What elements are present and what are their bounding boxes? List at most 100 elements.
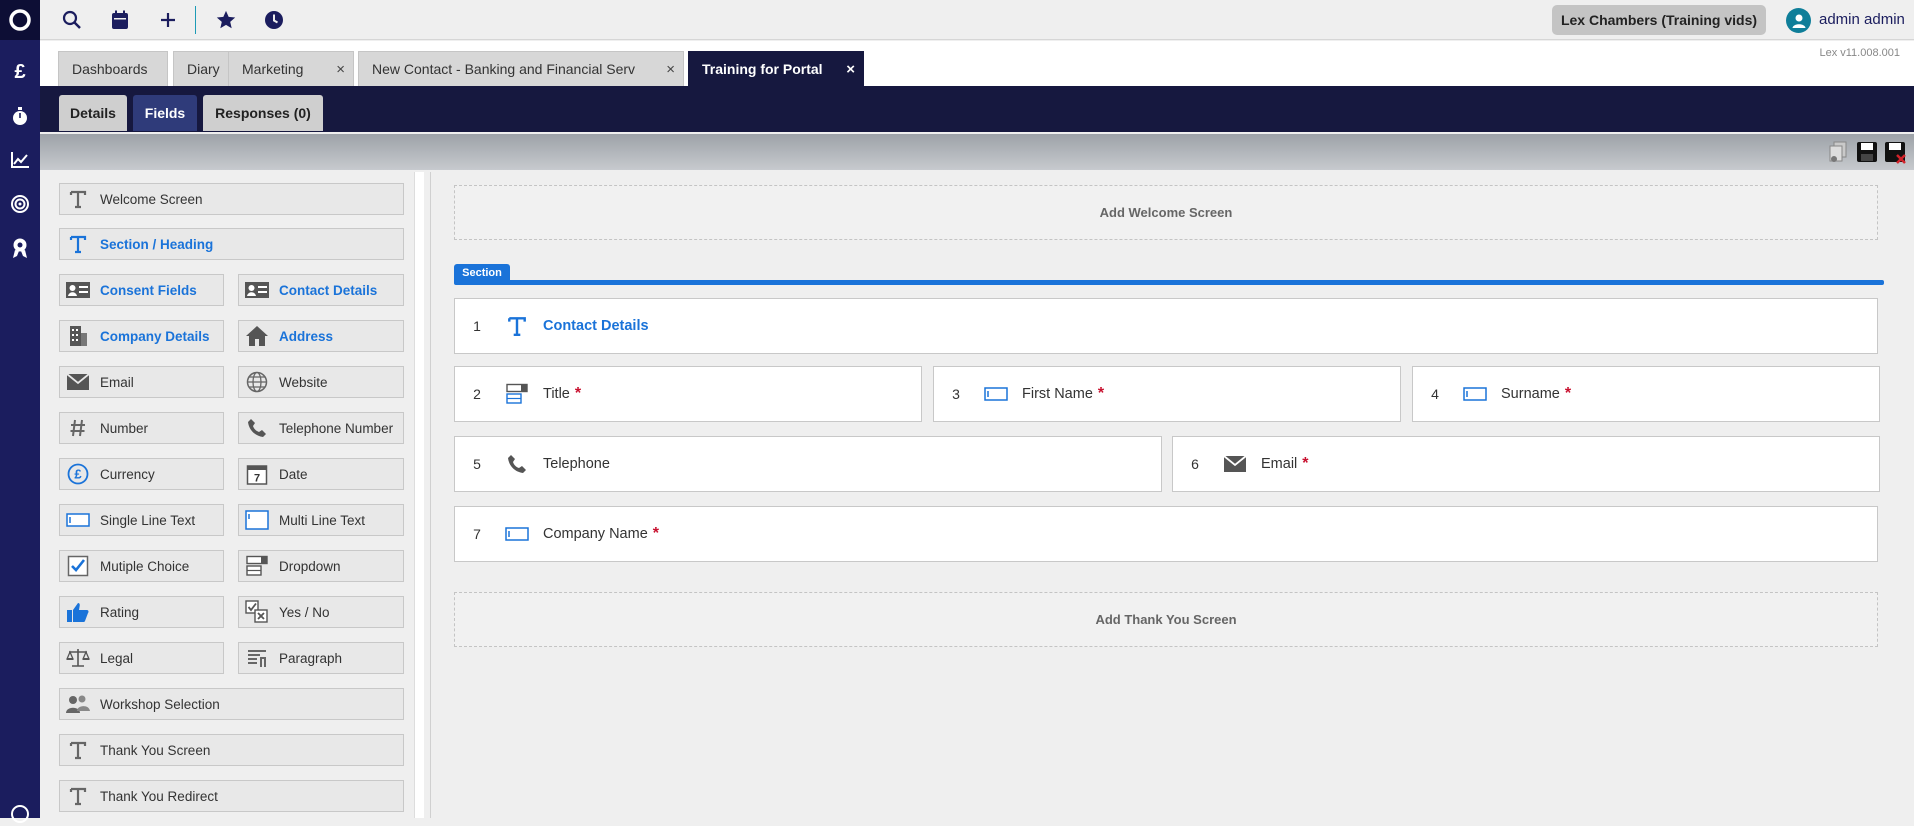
close-icon[interactable]: × xyxy=(666,61,675,78)
palette-dropdown[interactable]: Dropdown xyxy=(238,550,404,582)
text-t-icon xyxy=(65,187,91,211)
palette-label: Telephone Number xyxy=(279,420,394,436)
add-welcome-screen[interactable]: Add Welcome Screen xyxy=(454,185,1878,240)
calendar-icon[interactable] xyxy=(108,8,132,32)
palette-section-heading[interactable]: Section / Heading xyxy=(59,228,404,260)
globe-icon xyxy=(244,370,270,394)
text-input-icon xyxy=(1461,382,1489,406)
form-field-email[interactable]: 6 Email * xyxy=(1172,436,1880,492)
user-name[interactable]: admin admin xyxy=(1819,11,1905,28)
stopwatch-icon[interactable] xyxy=(0,104,40,128)
user-avatar-icon[interactable] xyxy=(1786,8,1811,33)
tab-label: New Contact - Banking and Financial Serv xyxy=(372,61,636,77)
field-palette xyxy=(40,170,416,818)
clock-icon[interactable] xyxy=(262,8,286,32)
palette-label: Single Line Text xyxy=(100,512,196,528)
chart-icon[interactable] xyxy=(0,148,40,172)
palette-workshop-selection[interactable]: Workshop Selection xyxy=(59,688,404,720)
close-icon[interactable]: × xyxy=(846,61,855,78)
palette-label: Website xyxy=(279,374,328,390)
field-number: 7 xyxy=(473,526,481,542)
palette-website[interactable]: Website xyxy=(238,366,404,398)
id-card-icon xyxy=(244,278,270,302)
toolbar-divider xyxy=(195,6,196,34)
add-thank-you-screen[interactable]: Add Thank You Screen xyxy=(454,592,1878,647)
palette-consent-fields[interactable]: Consent Fields xyxy=(59,274,224,306)
required-marker: * xyxy=(1302,455,1309,472)
palette-multiple-choice[interactable]: Mutiple Choice xyxy=(59,550,224,582)
palette-email[interactable]: Email xyxy=(59,366,224,398)
palette-label: Rating xyxy=(100,604,140,620)
form-field-company-name[interactable]: 7 Company Name * xyxy=(454,506,1878,562)
tab-new-contact[interactable]: New Contact - Banking and Financial Serv… xyxy=(358,51,684,86)
subtab-responses[interactable]: Responses (0) xyxy=(203,95,323,131)
palette-multi-line-text[interactable]: Multi Line Text xyxy=(238,504,404,536)
palette-label: Yes / No xyxy=(279,604,330,620)
palette-scrollbar[interactable] xyxy=(414,172,424,818)
add-icon[interactable] xyxy=(156,8,180,32)
tab-dashboards[interactable]: Dashboards xyxy=(58,51,168,86)
tab-label: Dashboards xyxy=(72,61,148,77)
field-number: 2 xyxy=(473,386,481,402)
envelope-icon xyxy=(1221,452,1249,476)
tab-marketing[interactable]: Marketing × xyxy=(228,51,354,86)
hash-icon xyxy=(65,416,91,440)
text-t-icon xyxy=(65,784,91,808)
calendar-date-icon: 7 xyxy=(244,462,270,486)
form-field-title[interactable]: 2 Title * xyxy=(454,366,922,422)
palette-contact-details[interactable]: Contact Details xyxy=(238,274,404,306)
required-marker: * xyxy=(574,385,582,402)
palette-label: Section / Heading xyxy=(100,236,214,252)
award-icon[interactable] xyxy=(0,236,40,260)
target-icon[interactable] xyxy=(0,192,40,216)
form-field-first-name[interactable]: 3 First Name * xyxy=(933,366,1401,422)
dropdown-icon xyxy=(503,382,531,406)
palette-number[interactable]: Number xyxy=(59,412,224,444)
palette-rating[interactable]: Rating xyxy=(59,596,224,628)
palette-label: Workshop Selection xyxy=(100,696,220,712)
tab-label: Training for Portal xyxy=(702,61,823,77)
field-number: 4 xyxy=(1431,386,1439,402)
yes-no-icon xyxy=(244,600,270,624)
form-field-telephone[interactable]: 5 Telephone xyxy=(454,436,1162,492)
palette-date[interactable]: 7 Date xyxy=(238,458,404,490)
field-label: Company Name xyxy=(543,526,648,542)
palette-single-line-text[interactable]: Single Line Text xyxy=(59,504,224,536)
palette-legal[interactable]: Legal xyxy=(59,642,224,674)
subtab-details[interactable]: Details xyxy=(59,95,127,131)
tab-training-for-portal[interactable]: Training for Portal × xyxy=(688,51,864,86)
pound-icon[interactable]: £ xyxy=(0,60,40,84)
palette-company-details[interactable]: Company Details xyxy=(59,320,224,352)
textarea-icon xyxy=(244,508,270,532)
close-icon[interactable]: × xyxy=(336,61,345,78)
help-icon[interactable] xyxy=(0,802,40,826)
palette-telephone-number[interactable]: Telephone Number xyxy=(238,412,404,444)
palette-label: Dropdown xyxy=(279,558,341,574)
save-icon[interactable] xyxy=(1854,140,1880,164)
form-field-contact-details[interactable]: 1 Contact Details xyxy=(454,298,1878,354)
palette-thank-you-screen[interactable]: Thank You Screen xyxy=(59,734,404,766)
scales-icon xyxy=(65,646,91,670)
palette-paragraph[interactable]: Paragraph xyxy=(238,642,404,674)
house-icon xyxy=(244,324,270,348)
dropdown-icon xyxy=(244,554,270,578)
palette-currency[interactable]: £ Currency xyxy=(59,458,224,490)
pound-circle-icon: £ xyxy=(65,462,91,486)
star-icon[interactable] xyxy=(214,8,238,32)
logo-icon[interactable] xyxy=(0,0,40,40)
palette-label: Number xyxy=(100,420,149,436)
save-close-icon[interactable] xyxy=(1882,140,1908,164)
text-t-icon xyxy=(65,738,91,762)
palette-thank-you-redirect[interactable]: Thank You Redirect xyxy=(59,780,404,812)
form-field-surname[interactable]: 4 Surname * xyxy=(1412,366,1880,422)
palette-address[interactable]: Address xyxy=(238,320,404,352)
copy-icon[interactable] xyxy=(1826,140,1852,164)
palette-welcome-screen[interactable]: Welcome Screen xyxy=(59,183,404,215)
palette-yes-no[interactable]: Yes / No xyxy=(238,596,404,628)
text-input-icon xyxy=(982,382,1010,406)
thumbs-up-icon xyxy=(65,600,91,624)
search-icon[interactable] xyxy=(60,8,84,32)
workspace-chip[interactable]: Lex Chambers (Training vids) xyxy=(1552,5,1766,35)
top-bar: Lex Chambers (Training vids) admin admin xyxy=(40,0,1914,40)
subtab-fields[interactable]: Fields xyxy=(133,95,197,131)
